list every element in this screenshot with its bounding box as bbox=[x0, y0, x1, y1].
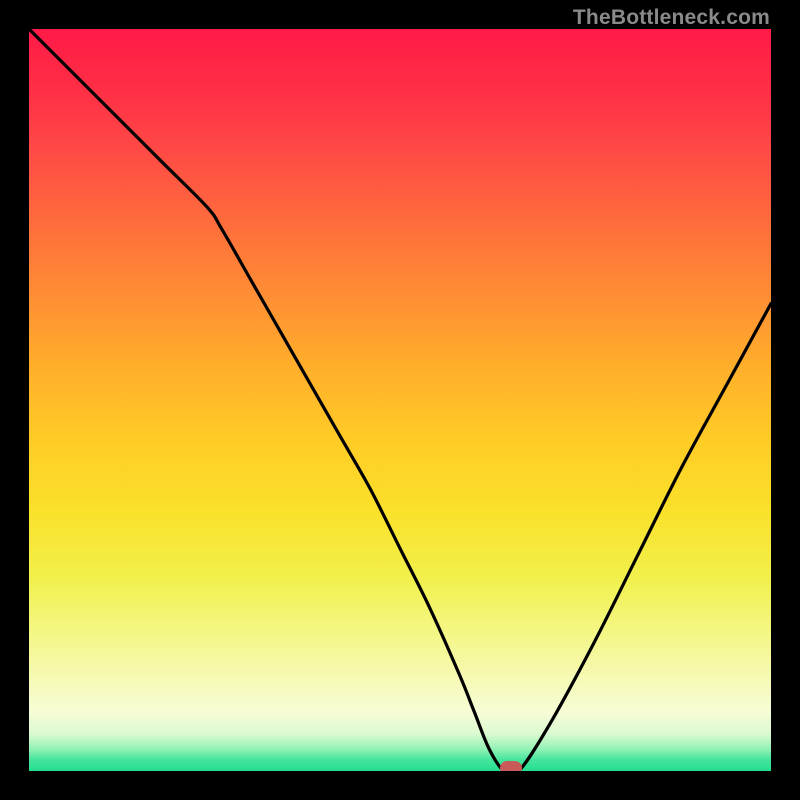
watermark-text: TheBottleneck.com bbox=[573, 6, 770, 30]
chart-frame: TheBottleneck.com bbox=[0, 0, 800, 800]
optimum-marker bbox=[500, 761, 522, 771]
plot-area bbox=[29, 29, 771, 771]
bottleneck-curve bbox=[29, 29, 771, 771]
